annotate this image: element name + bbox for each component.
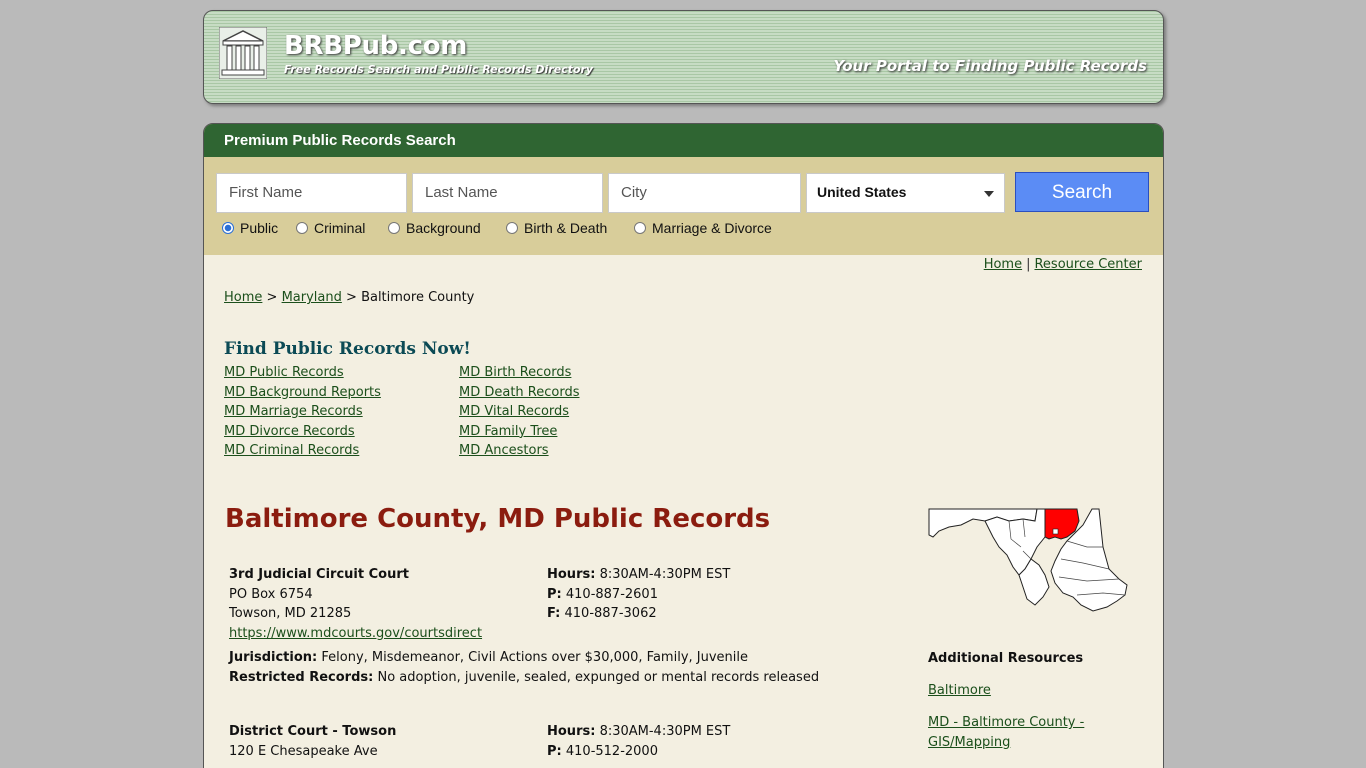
jurisdiction-label: Jurisdiction: xyxy=(229,650,318,665)
link-md-death-records[interactable]: MD Death Records xyxy=(459,383,580,403)
court-1-address-line2: Towson, MD 21285 xyxy=(229,606,352,621)
court-1-phone: 410-887-2601 xyxy=(565,586,658,602)
top-links-separator: | xyxy=(1026,257,1031,272)
court-2-address-line1: 120 E Chesapeake Ave xyxy=(229,743,378,759)
court-2-address: District Court - Towson 120 E Chesapeake… xyxy=(229,722,539,761)
radio-marriage-divorce[interactable]: Marriage & Divorce xyxy=(634,220,772,236)
radio-unselected-icon[interactable] xyxy=(296,222,308,234)
radio-selected-icon[interactable] xyxy=(222,222,234,234)
radio-unselected-icon[interactable] xyxy=(506,222,518,234)
court-2-phone: 410-512-2000 xyxy=(565,743,658,759)
link-baltimore[interactable]: Baltimore xyxy=(928,681,1098,701)
fax-label: F: xyxy=(547,606,561,621)
brand-name[interactable]: BRBPub.com xyxy=(284,31,467,61)
radio-criminal[interactable]: Criminal xyxy=(296,220,365,236)
court-2-name: District Court - Towson xyxy=(229,724,397,739)
court-1-hours: 8:30AM-4:30PM EST xyxy=(599,567,731,582)
link-md-birth-records[interactable]: MD Birth Records xyxy=(459,363,580,383)
court-1-fax: 410-887-3062 xyxy=(564,606,657,621)
courthouse-logo-icon[interactable] xyxy=(219,27,267,79)
radio-unselected-icon[interactable] xyxy=(634,222,646,234)
main-content: Home | Resource Center Home > Maryland > B… xyxy=(203,255,1164,768)
breadcrumb: Home > Maryland > Baltimore County xyxy=(224,290,474,305)
court-1-name: 3rd Judicial Circuit Court xyxy=(229,567,409,582)
find-records-heading: Find Public Records Now! xyxy=(224,339,471,359)
find-links-left: MD Public Records MD Background Reports … xyxy=(224,363,381,461)
court-1-contact: Hours: 8:30AM-4:30PM EST P: 410-887-2601… xyxy=(547,565,807,624)
country-select[interactable]: United States xyxy=(806,173,1005,213)
hours-label: Hours: xyxy=(547,724,596,739)
radio-background[interactable]: Background xyxy=(388,220,481,236)
link-md-public-records[interactable]: MD Public Records xyxy=(224,363,381,383)
additional-resources-heading: Additional Resources xyxy=(928,651,1084,666)
radio-birth-death[interactable]: Birth & Death xyxy=(506,220,607,236)
court-1-website-link[interactable]: https://www.mdcourts.gov/courtsdirect xyxy=(229,626,482,641)
link-md-ancestors[interactable]: MD Ancestors xyxy=(459,441,580,461)
link-md-marriage-records[interactable]: MD Marriage Records xyxy=(224,402,381,422)
site-header: BRBPub.com Free Records Search and Publi… xyxy=(203,10,1164,104)
link-md-vital-records[interactable]: MD Vital Records xyxy=(459,402,580,422)
hours-label: Hours: xyxy=(547,567,596,582)
chevron-down-icon xyxy=(984,191,994,197)
first-name-input[interactable]: First Name xyxy=(216,173,407,213)
top-link-resource-center[interactable]: Resource Center xyxy=(1034,257,1142,272)
city-input[interactable]: City xyxy=(608,173,801,213)
link-md-criminal-records[interactable]: MD Criminal Records xyxy=(224,441,381,461)
phone-label: P: xyxy=(547,586,562,602)
link-baltimore-gis-mapping[interactable]: MD - Baltimore County - GIS/Mapping xyxy=(928,713,1098,753)
last-name-input[interactable]: Last Name xyxy=(412,173,603,213)
top-links: Home | Resource Center xyxy=(984,257,1142,272)
court-1-address: 3rd Judicial Circuit Court PO Box 6754 T… xyxy=(229,565,539,643)
breadcrumb-separator: > xyxy=(266,290,278,305)
radio-public[interactable]: Public xyxy=(222,220,278,236)
brand-tagline: Free Records Search and Public Records D… xyxy=(284,63,594,76)
search-button[interactable]: Search xyxy=(1015,172,1149,212)
court-2-hours: 8:30AM-4:30PM EST xyxy=(599,724,731,739)
breadcrumb-home[interactable]: Home xyxy=(224,290,262,305)
court-2-contact: Hours: 8:30AM-4:30PM EST P: 410-512-2000 xyxy=(547,722,807,761)
breadcrumb-separator: > xyxy=(346,290,357,305)
court-1-address-line1: PO Box 6754 xyxy=(229,586,313,602)
country-select-value: United States xyxy=(817,184,907,200)
radio-unselected-icon[interactable] xyxy=(388,222,400,234)
restricted-label: Restricted Records: xyxy=(229,669,374,685)
page-title: Baltimore County, MD Public Records xyxy=(225,504,771,534)
find-links-right: MD Birth Records MD Death Records MD Vit… xyxy=(459,363,580,461)
premium-search-panel: Premium Public Records Search First Name… xyxy=(203,123,1164,256)
link-md-divorce-records[interactable]: MD Divorce Records xyxy=(224,422,381,442)
breadcrumb-current: Baltimore County xyxy=(361,290,475,305)
portal-slogan: Your Portal to Finding Public Records xyxy=(833,57,1147,75)
court-1-restricted: No adoption, juvenile, sealed, expunged … xyxy=(377,669,820,685)
breadcrumb-maryland[interactable]: Maryland xyxy=(282,290,342,305)
link-md-background-reports[interactable]: MD Background Reports xyxy=(224,383,381,403)
maryland-county-map xyxy=(928,508,1128,612)
phone-label: P: xyxy=(547,743,562,759)
link-md-family-tree[interactable]: MD Family Tree xyxy=(459,422,580,442)
court-1-details: Jurisdiction: Felony, Misdemeanor, Civil… xyxy=(229,648,909,687)
top-link-home[interactable]: Home xyxy=(984,257,1022,272)
search-panel-title: Premium Public Records Search xyxy=(204,124,1163,157)
court-1-jurisdiction: Felony, Misdemeanor, Civil Actions over … xyxy=(321,650,749,665)
